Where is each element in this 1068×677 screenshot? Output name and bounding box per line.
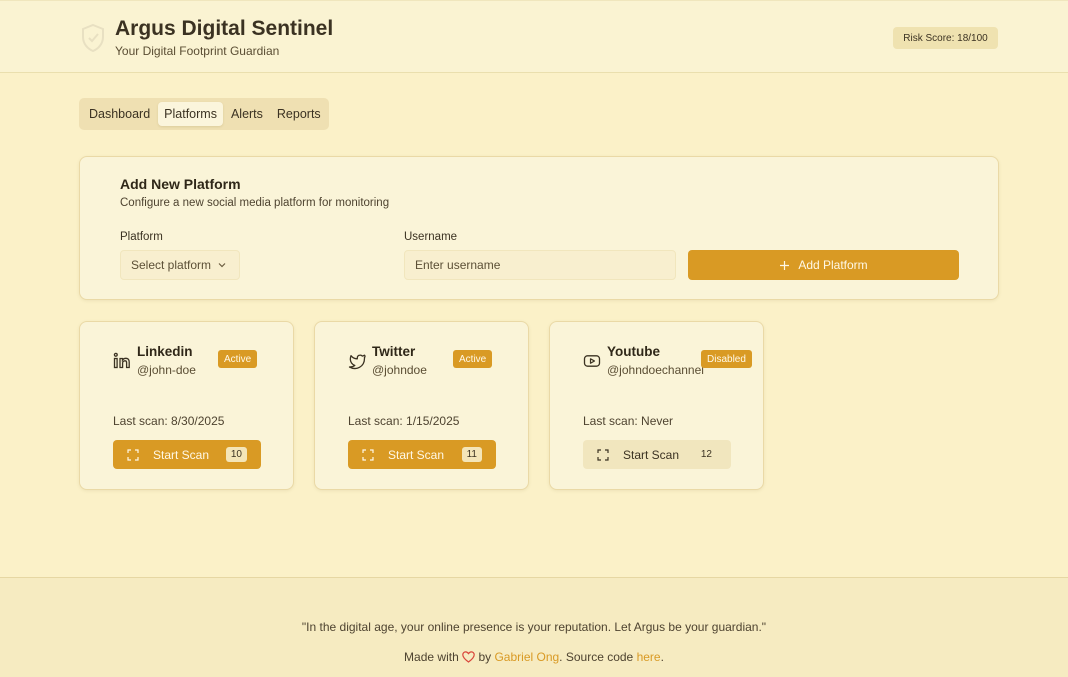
footer-period: . bbox=[660, 650, 664, 664]
chevron-down-icon bbox=[218, 263, 226, 268]
app-title: Argus Digital Sentinel bbox=[115, 17, 334, 40]
app-header: Argus Digital Sentinel Your Digital Foot… bbox=[0, 0, 1068, 73]
platform-card-twitter: Twitter @johndoe Active Last scan: 1/15/… bbox=[314, 321, 529, 490]
start-scan-label: Start Scan bbox=[388, 447, 445, 462]
author-link[interactable]: Gabriel Ong bbox=[494, 650, 559, 664]
scan-count-badge: 10 bbox=[225, 447, 247, 462]
platform-handle: @john-doe bbox=[137, 363, 196, 377]
status-badge: Disabled bbox=[701, 350, 752, 368]
heart-icon bbox=[462, 651, 475, 663]
twitter-icon bbox=[348, 354, 366, 370]
last-scan-text: Last scan: 1/15/2025 bbox=[348, 414, 460, 428]
nav-tabs: Dashboard Platforms Alerts Reports bbox=[79, 98, 329, 130]
start-scan-button[interactable]: Start Scan 12 bbox=[583, 440, 731, 469]
source-code-link[interactable]: here bbox=[637, 650, 661, 664]
username-label: Username bbox=[404, 231, 458, 243]
status-badge: Active bbox=[453, 350, 493, 368]
add-platform-button-label: Add Platform bbox=[798, 258, 868, 272]
platform-select[interactable]: Select platform bbox=[120, 250, 240, 280]
start-scan-label: Start Scan bbox=[153, 447, 210, 462]
linkedin-icon bbox=[113, 352, 130, 369]
app-subtitle: Your Digital Footprint Guardian bbox=[115, 44, 280, 58]
plus-icon bbox=[780, 260, 790, 270]
platform-card-youtube: Youtube @johndoechannel Disabled Last sc… bbox=[549, 321, 764, 490]
start-scan-button[interactable]: Start Scan 10 bbox=[113, 440, 261, 469]
last-scan-text: Last scan: Never bbox=[583, 414, 674, 428]
platform-name: Twitter bbox=[372, 344, 416, 359]
source-code-text: . Source code bbox=[559, 650, 634, 664]
scan-frame-icon bbox=[597, 448, 609, 461]
tab-dashboard[interactable]: Dashboard bbox=[83, 102, 156, 126]
start-scan-label: Start Scan bbox=[623, 447, 680, 462]
add-platform-card: Add New Platform Configure a new social … bbox=[79, 156, 999, 300]
shield-logo-icon bbox=[82, 23, 104, 53]
made-with-text: Made with bbox=[404, 650, 459, 664]
start-scan-button[interactable]: Start Scan 11 bbox=[348, 440, 496, 469]
platform-select-value: Select platform bbox=[131, 258, 212, 272]
platform-handle: @johndoe bbox=[372, 363, 427, 377]
scan-frame-icon bbox=[127, 448, 139, 461]
platform-card-linkedin: Linkedin @john-doe Active Last scan: 8/3… bbox=[79, 321, 294, 490]
tab-alerts[interactable]: Alerts bbox=[225, 102, 269, 126]
scan-frame-icon bbox=[362, 448, 374, 461]
add-platform-title: Add New Platform bbox=[120, 176, 241, 192]
youtube-icon bbox=[583, 355, 601, 367]
footer-credits: Made with by Gabriel Ong. Source code he… bbox=[0, 650, 1068, 664]
footer: "In the digital age, your online presenc… bbox=[0, 577, 1068, 677]
risk-score-badge: Risk Score: 18/100 bbox=[893, 27, 998, 49]
username-input[interactable] bbox=[404, 250, 676, 280]
platform-name: Linkedin bbox=[137, 344, 193, 359]
by-text: by bbox=[478, 650, 492, 664]
footer-quote: "In the digital age, your online presenc… bbox=[301, 620, 767, 634]
scan-count-badge: 12 bbox=[700, 449, 712, 460]
platform-label: Platform bbox=[120, 231, 163, 243]
add-platform-button[interactable]: Add Platform bbox=[688, 250, 959, 280]
scan-count-badge: 11 bbox=[461, 447, 482, 462]
tab-reports[interactable]: Reports bbox=[271, 102, 327, 126]
status-badge: Active bbox=[218, 350, 258, 368]
last-scan-text: Last scan: 8/30/2025 bbox=[113, 414, 225, 428]
tab-platforms[interactable]: Platforms bbox=[158, 102, 223, 126]
platform-name: Youtube bbox=[607, 344, 660, 359]
platform-handle: @johndoechannel bbox=[607, 363, 704, 377]
add-platform-description: Configure a new social media platform fo… bbox=[120, 197, 390, 209]
